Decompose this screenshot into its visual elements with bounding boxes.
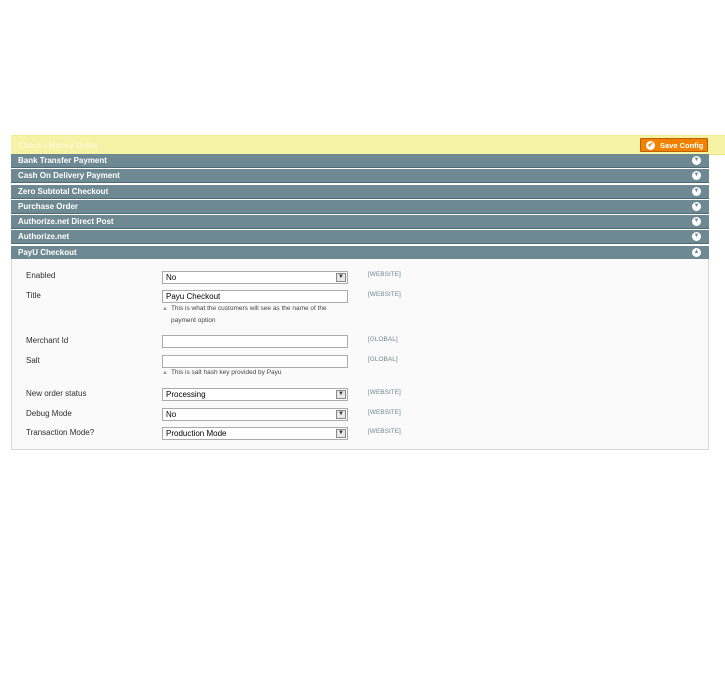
section-label: PayU Checkout [18,247,77,257]
new-order-status-label: New order status [26,389,87,398]
title-value: Payu Checkout [166,292,221,301]
chevron-down-icon[interactable]: ▼ [692,186,701,196]
triangle-up-icon: ▲ [162,370,168,376]
enabled-label: Enabled [26,271,56,280]
debug-mode-value: No [166,410,177,419]
title-note-line1: This is what the customers will see as t… [170,305,327,312]
chevron-down-icon[interactable]: ▼ [692,156,701,165]
title-note: ▲ This is what the customers will see as … [162,303,327,327]
section-label: Cash On Delivery Payment [18,171,120,181]
triangle-up-icon: ▲ [162,306,168,312]
section-payu-checkout[interactable]: PayU Checkout ▲ [11,245,709,260]
section-cash-on-delivery[interactable]: Cash On Delivery Payment ▼ [11,169,709,184]
section-label: Authorize.net [18,232,70,242]
dropdown-arrow-icon: ▼ [336,273,346,282]
debug-mode-label: Debug Mode [26,409,72,418]
scope-label: [WEBSITE] [368,428,401,435]
merchant-id-label: Merchant Id [26,336,69,345]
salt-note: ▲ This is salt hash key provided by Payu [162,367,282,379]
salt-label: Salt [26,356,40,365]
dropdown-arrow-icon: ▼ [336,429,346,438]
save-config-button[interactable]: ✔ Save Config [640,138,708,152]
transaction-mode-value: Production Mode [166,429,227,438]
payment-sections: Bank Transfer Payment ▼ Cash On Delivery… [11,154,709,261]
highlight-bar: Check / Money Order ✔ Save Config [11,135,725,155]
dropdown-arrow-icon: ▼ [336,410,346,419]
chevron-up-icon[interactable]: ▲ [692,247,701,257]
scope-label: [GLOBAL] [368,336,398,343]
chevron-down-icon[interactable]: ▼ [692,201,701,211]
chevron-down-icon[interactable]: ▼ [692,232,701,242]
section-label: Bank Transfer Payment [18,156,107,165]
scope-label: [WEBSITE] [368,291,401,298]
section-label: Zero Subtotal Checkout [18,186,109,196]
section-zero-subtotal[interactable]: Zero Subtotal Checkout ▼ [11,184,709,199]
chevron-down-icon[interactable]: ▼ [692,171,701,181]
dropdown-arrow-icon: ▼ [336,390,346,399]
checkmark-icon: ✔ [646,140,655,150]
enabled-select[interactable]: No ▼ [162,271,348,284]
section-label: Authorize.net Direct Post [18,217,114,227]
transaction-mode-select[interactable]: Production Mode ▼ [162,427,348,440]
enabled-value: No [166,273,177,282]
section-label: Purchase Order [18,201,79,211]
title-note-line2: payment option [171,317,216,324]
section-authorize-net[interactable]: Authorize.net ▼ [11,230,709,245]
title-input[interactable]: Payu Checkout [162,290,348,303]
title-label: Title [26,291,41,300]
merchant-id-input[interactable] [162,335,348,348]
new-order-status-value: Processing [166,390,206,399]
save-config-label: Save Config [660,140,704,150]
section-authorize-direct-post[interactable]: Authorize.net Direct Post ▼ [11,215,709,230]
payu-config-panel: Enabled No ▼ [WEBSITE] Title Payu Checko… [11,259,709,450]
new-order-status-select[interactable]: Processing ▼ [162,388,348,401]
scope-label: [WEBSITE] [368,271,401,278]
section-title-check-money-order[interactable]: Check / Money Order [18,141,98,150]
section-bank-transfer[interactable]: Bank Transfer Payment ▼ [11,154,709,168]
scope-label: [GLOBAL] [368,356,398,363]
section-purchase-order[interactable]: Purchase Order ▼ [11,199,709,214]
salt-note-text: This is salt hash key provided by Payu [170,369,282,376]
chevron-down-icon[interactable]: ▼ [692,217,701,227]
transaction-mode-label: Transaction Mode? [26,428,95,437]
scope-label: [WEBSITE] [368,409,401,416]
scope-label: [WEBSITE] [368,389,401,396]
debug-mode-select[interactable]: No ▼ [162,408,348,421]
